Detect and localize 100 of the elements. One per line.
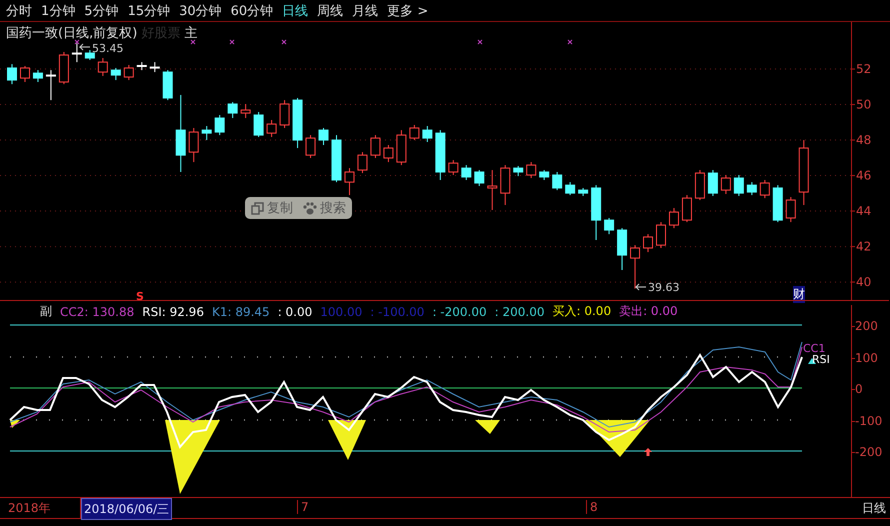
- indicator-axis-label: -200: [855, 445, 882, 459]
- candle: [292, 97, 303, 149]
- candle: [500, 164, 510, 206]
- candle: [266, 120, 277, 138]
- candle: [32, 70, 43, 82]
- candle: [344, 168, 354, 196]
- period-tab[interactable]: 周线: [317, 2, 344, 20]
- sell-zone-fill: [10, 420, 20, 428]
- candle: [772, 184, 783, 223]
- cross-marker: [478, 40, 482, 44]
- indicator-value: 100.00: [320, 304, 362, 318]
- candle: [46, 70, 56, 101]
- main-chart-label: 主: [184, 25, 198, 42]
- candle: [668, 208, 679, 229]
- candle: [254, 112, 264, 138]
- candle: [565, 182, 576, 196]
- candle: [214, 114, 225, 136]
- arrow-icon: [78, 44, 90, 50]
- period-tab[interactable]: 1分钟: [41, 2, 76, 20]
- candle: [578, 187, 588, 196]
- arrow-icon: [634, 284, 646, 290]
- candle: [591, 184, 602, 240]
- period-tab[interactable]: 日线: [282, 2, 308, 20]
- indicator-axis-label: 100: [855, 350, 878, 364]
- candle: [422, 126, 432, 142]
- period-tab[interactable]: 60分钟: [230, 2, 274, 20]
- candle: [306, 134, 316, 158]
- candle: [552, 172, 562, 191]
- candle: [513, 165, 524, 177]
- candle: [188, 127, 199, 163]
- period-tab[interactable]: 30分钟: [179, 2, 222, 20]
- cross-marker: [568, 40, 572, 44]
- candle: [396, 130, 406, 166]
- candle: [604, 217, 614, 235]
- candle: [98, 58, 108, 76]
- candle: [58, 52, 69, 85]
- candle: [202, 126, 212, 141]
- indicator-value: : -100.00: [370, 304, 424, 318]
- indicator-name: 副: [40, 303, 52, 320]
- candle: [682, 194, 692, 223]
- up-arrow-icon: [644, 448, 652, 456]
- period-tab[interactable]: 月线: [352, 2, 378, 20]
- period-label: 日线: [862, 500, 886, 517]
- indicator-value: K1: 89.45: [212, 304, 270, 318]
- candle: [409, 124, 420, 141]
- candle: [474, 170, 484, 187]
- candle: [694, 170, 705, 201]
- sell-zone-fill: [585, 420, 650, 457]
- indicator-axis-label: -100: [855, 414, 882, 428]
- month-label: 7: [297, 500, 309, 514]
- candle: [448, 160, 458, 176]
- candle: [630, 244, 640, 290]
- indicator-axis-label: 200: [855, 319, 878, 333]
- period-tab[interactable]: 15分钟: [128, 2, 170, 20]
- candle: [487, 170, 498, 210]
- candle: [643, 234, 654, 253]
- candle: [617, 228, 628, 270]
- indicator-value: : 200.00: [494, 304, 544, 318]
- candle: [332, 134, 342, 183]
- candle: [720, 174, 731, 195]
- copy-icon: [251, 202, 264, 214]
- sell-zone-fill: [475, 420, 500, 434]
- candle: [798, 140, 809, 206]
- candle: [110, 67, 121, 81]
- indicator-value: CC2: 130.88: [60, 304, 134, 318]
- cross-marker: [282, 40, 286, 44]
- period-tab[interactable]: 分时: [6, 2, 32, 20]
- candle: [136, 62, 147, 71]
- candle: [150, 62, 160, 73]
- price-axis-label: 52: [856, 62, 872, 76]
- finance-badge: 财: [793, 286, 805, 303]
- high-price-label: 53.45: [92, 42, 124, 55]
- low-price-label: 39.63: [648, 281, 680, 294]
- cursor-date: 2018/06/06/三: [81, 498, 172, 520]
- candle: [7, 64, 17, 85]
- candle: [357, 152, 368, 174]
- indicator-value: : 0.00: [278, 304, 312, 318]
- month-label: 8: [586, 500, 598, 514]
- price-axis-label: 46: [856, 168, 872, 183]
- cross-marker: [74, 40, 80, 44]
- sell-zone-fill: [328, 420, 366, 460]
- candle: [124, 64, 134, 81]
- candle: [228, 102, 238, 119]
- candle: [526, 162, 536, 179]
- candle: [20, 66, 30, 82]
- indicator-axis-label: 0: [855, 382, 863, 396]
- candle: [72, 42, 82, 63]
- candle: [240, 104, 251, 119]
- price-axis-label: 50: [856, 98, 872, 112]
- period-tab[interactable]: 更多 >: [387, 2, 428, 20]
- candle: [461, 164, 472, 180]
- indicator-value: : -200.00: [432, 304, 487, 318]
- stock-title: 国药一致(日线,前复权): [6, 25, 138, 42]
- candle: [734, 174, 744, 196]
- indicator-value: RSI: 92.96: [142, 304, 204, 318]
- candle: [370, 134, 380, 158]
- candle: [318, 127, 329, 146]
- candle: [435, 130, 446, 180]
- period-tab[interactable]: 5分钟: [84, 2, 119, 20]
- price-axis-label: 44: [856, 204, 872, 218]
